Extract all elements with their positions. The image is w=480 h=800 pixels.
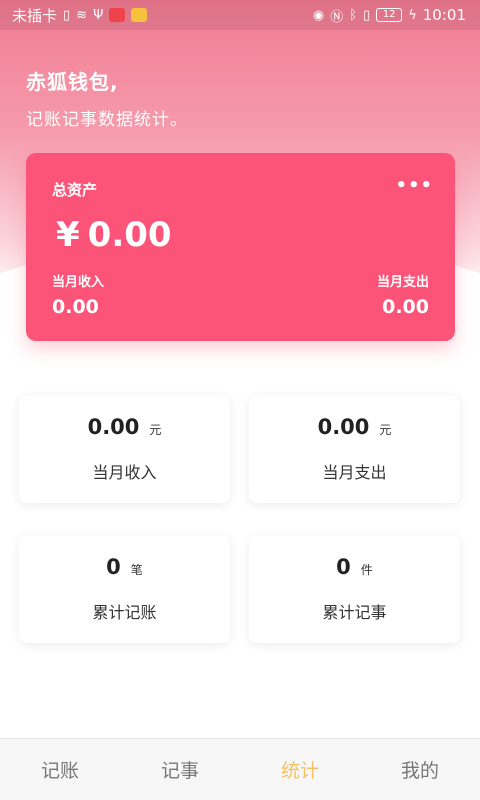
stat-label: 累计记事	[322, 603, 387, 622]
more-options-button[interactable]: •••	[395, 175, 433, 196]
stat-card-monthly-income[interactable]: 0.00 元 当月收入	[19, 395, 230, 503]
tab-mine[interactable]: 我的	[360, 756, 480, 783]
clock: 10:01	[422, 6, 466, 24]
stat-label: 当月支出	[322, 463, 387, 482]
stat-card-total-notes[interactable]: 0 件 累计记事	[249, 535, 460, 643]
tab-statistics[interactable]: 统计	[240, 756, 360, 783]
app-notification-icon	[109, 8, 126, 22]
status-bar: 未插卡 ▯ ≋ Ψ ◉ Ⓝ ᛒ ▯ 12 ϟ 10:01	[0, 0, 480, 30]
monthly-expense-label: 当月支出	[376, 275, 429, 290]
stat-unit: 元	[149, 423, 162, 437]
app-subtitle: 记账记事数据统计。	[26, 110, 188, 130]
stat-value: 0.00	[317, 415, 370, 439]
bluetooth-icon: ᛒ	[349, 7, 358, 23]
total-assets-card: 总资产 ••• ¥0.00 当月收入 0.00 当月支出 0.00	[26, 153, 455, 341]
currency-symbol: ¥	[56, 215, 80, 255]
battery-level: 12	[382, 9, 396, 20]
stat-card-monthly-expense[interactable]: 0.00 元 当月支出	[249, 395, 460, 503]
stat-unit: 笔	[130, 563, 143, 577]
greeting: 赤狐钱包, 记账记事数据统计。	[26, 66, 188, 130]
monthly-income-label: 当月收入	[52, 275, 105, 290]
stat-unit: 元	[379, 423, 392, 437]
monthly-expense-value: 0.00	[382, 296, 429, 318]
stat-label: 累计记账	[92, 603, 157, 622]
monthly-expense-block: 当月支出 0.00	[377, 271, 429, 318]
carrier-text: 未插卡	[12, 6, 58, 25]
total-assets-label: 总资产	[52, 181, 98, 199]
vibrate-icon: ▯	[363, 7, 371, 23]
eye-icon: ◉	[312, 7, 325, 23]
total-assets-amount: ¥0.00	[56, 215, 172, 255]
stat-unit: 件	[360, 563, 373, 577]
message-notification-icon	[131, 8, 148, 22]
stat-card-total-records[interactable]: 0 笔 累计记账	[19, 535, 230, 643]
sim-icon: ▯	[63, 7, 71, 23]
monthly-income-value: 0.00	[52, 296, 99, 318]
app-title: 赤狐钱包,	[26, 70, 119, 94]
nfc-icon: Ⓝ	[330, 9, 344, 25]
total-assets-value: 0.00	[87, 215, 172, 255]
monthly-income-block: 当月收入 0.00	[52, 271, 104, 318]
stat-label: 当月收入	[92, 463, 157, 482]
stat-value: 0	[106, 555, 121, 579]
charging-icon: ϟ	[408, 7, 417, 23]
wifi-icon: ≋	[76, 7, 88, 23]
battery-icon: 12	[376, 8, 403, 22]
bottom-tab-bar: 记账 记事 统计 我的	[0, 738, 480, 800]
stat-value: 0.00	[87, 415, 140, 439]
tab-notes[interactable]: 记事	[120, 756, 240, 783]
tab-bookkeeping[interactable]: 记账	[0, 756, 120, 783]
stat-value: 0	[336, 555, 351, 579]
usb-icon: Ψ	[93, 7, 104, 23]
